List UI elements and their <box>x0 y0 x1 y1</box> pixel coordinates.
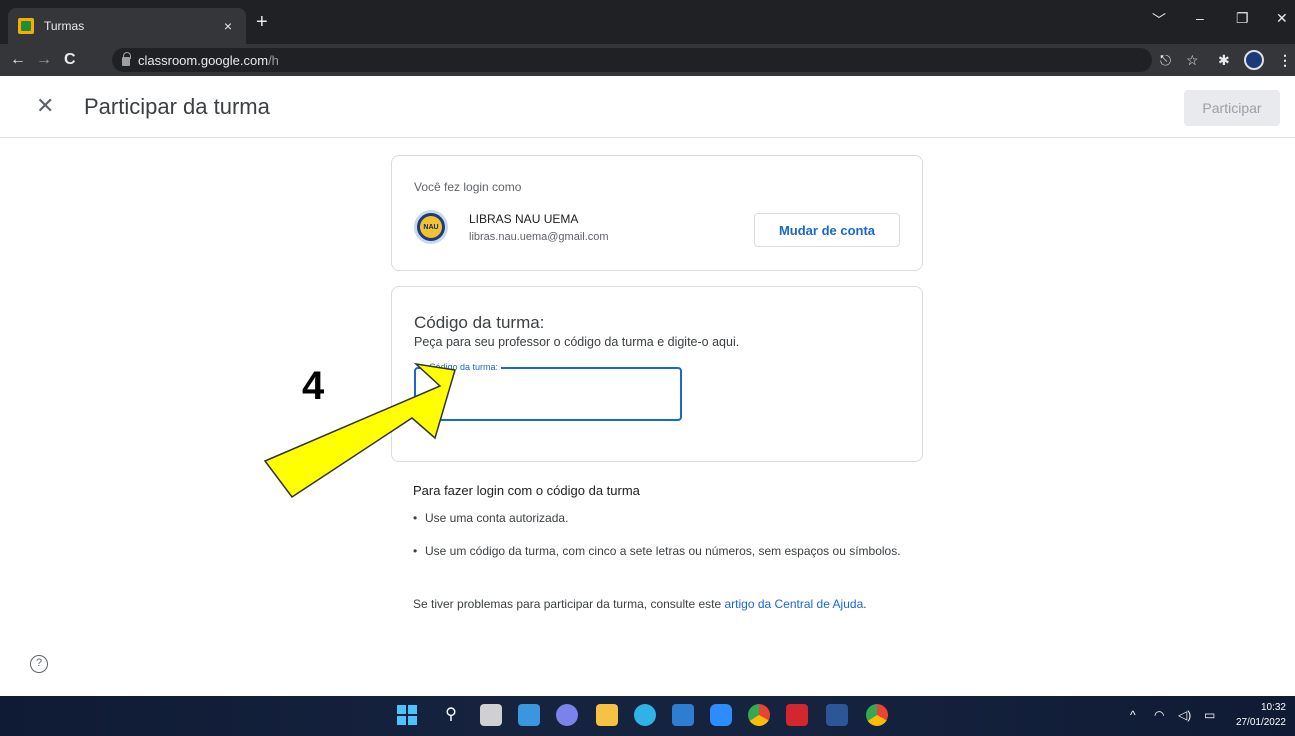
tab-close-icon[interactable]: × <box>220 18 236 34</box>
help-title: Para fazer login com o código da turma <box>413 483 640 498</box>
account-email: libras.nau.uema@gmail.com <box>469 231 609 243</box>
help-icon[interactable]: ? <box>30 655 48 673</box>
url-host: classroom.google.com <box>138 52 269 68</box>
star-icon[interactable]: ☆ <box>1186 51 1199 69</box>
acrobat-icon[interactable] <box>786 704 808 726</box>
wifi-icon[interactable]: ◠ <box>1154 708 1164 722</box>
zoom-icon[interactable] <box>710 704 732 726</box>
browser-tab[interactable]: Turmas × <box>8 8 246 44</box>
logged-in-as-label: Você fez login como <box>414 180 522 194</box>
window-close-icon[interactable]: ✕ <box>1276 10 1288 27</box>
search-icon[interactable]: ⚲ <box>440 704 462 726</box>
lock-icon[interactable] <box>122 52 131 66</box>
profile-icon[interactable] <box>1244 50 1264 70</box>
app-header: ✕ Participar da turma Participar <box>0 76 1295 138</box>
back-icon[interactable]: ← <box>10 50 26 70</box>
reload-icon[interactable]: C <box>64 50 76 70</box>
edge-icon[interactable] <box>634 704 656 726</box>
class-code-input[interactable] <box>414 367 682 421</box>
avatar: NAU <box>414 210 448 244</box>
new-tab-button[interactable]: + <box>256 12 268 32</box>
restore-icon[interactable]: ❐ <box>1236 10 1249 27</box>
chrome-icon[interactable] <box>748 704 770 726</box>
share-icon[interactable]: ⎋ <box>1160 51 1171 69</box>
forward-icon[interactable]: → <box>36 50 52 70</box>
help-item: • Use um código da turma, com cinco a set… <box>413 541 913 561</box>
clock-date: 27/01/2022 <box>1235 717 1286 728</box>
teams-chat-icon[interactable] <box>556 704 578 726</box>
classroom-favicon-icon <box>18 18 34 34</box>
join-button[interactable]: Participar <box>1184 90 1280 126</box>
tray-overflow-icon[interactable]: ^ <box>1130 708 1136 722</box>
class-code-card: Código da turma: Peça para seu professor… <box>391 286 923 462</box>
switch-account-button[interactable]: Mudar de conta <box>754 213 900 247</box>
store-icon[interactable] <box>672 704 694 726</box>
url-path: /h <box>268 52 279 68</box>
browser-toolbar: ← → C classroom.google.com /h ⎋ ☆ ✱ ⋮ <box>0 44 1295 76</box>
account-name: LIBRAS NAU UEMA <box>469 212 579 226</box>
tab-title: Turmas <box>44 19 85 33</box>
file-explorer-icon[interactable] <box>596 704 618 726</box>
class-code-heading: Código da turma: <box>414 313 545 332</box>
help-footer: Se tiver problemas para participar da tu… <box>413 594 913 614</box>
help-footer-text: Se tiver problemas para participar da tu… <box>413 597 725 611</box>
page-title: Participar da turma <box>84 94 270 119</box>
clock-time: 10:32 <box>1260 702 1286 713</box>
extensions-icon[interactable]: ✱ <box>1218 51 1230 69</box>
help-item: • Use uma conta autorizada. <box>413 508 913 528</box>
menu-icon[interactable]: ⋮ <box>1278 51 1292 69</box>
taskbar-clock[interactable]: 10:32 27/01/2022 <box>1234 700 1286 730</box>
class-code-field-label: Código da turma: <box>426 362 502 372</box>
help-item-text: Use um código da turma, com cinco a sete… <box>425 544 901 558</box>
help-footer-suffix: . <box>863 597 867 611</box>
help-item-text: Use uma conta autorizada. <box>425 511 569 525</box>
task-view-icon[interactable] <box>480 704 502 726</box>
word-icon[interactable] <box>826 704 848 726</box>
close-icon[interactable]: ✕ <box>36 94 54 118</box>
tab-search-icon[interactable]: ﹀ <box>1152 10 1166 30</box>
help-center-link[interactable]: artigo da Central de Ajuda <box>724 597 863 611</box>
browser-tab-bar: Turmas × + ﹀ – ❐ ✕ <box>0 0 1295 44</box>
taskbar: ⚲ ^ ◠ ◁) ▭ 10:32 27/01/2022 <box>0 696 1295 736</box>
avatar-logo: NAU <box>420 216 442 238</box>
step-number-annotation: 4 <box>302 364 325 408</box>
address-bar[interactable]: classroom.google.com /h <box>112 48 1152 72</box>
account-card: Você fez login como NAU LIBRAS NAU UEMA … <box>391 155 923 271</box>
battery-icon[interactable]: ▭ <box>1204 708 1215 722</box>
widgets-icon[interactable] <box>518 704 540 726</box>
bullet: • <box>413 511 418 525</box>
class-code-description: Peça para seu professor o código da turm… <box>414 335 740 349</box>
windows-start-icon[interactable] <box>396 704 418 726</box>
minimize-icon[interactable]: – <box>1196 10 1204 26</box>
volume-icon[interactable]: ◁) <box>1178 708 1191 722</box>
chrome-profile-icon[interactable] <box>866 704 888 726</box>
bullet: • <box>413 544 418 558</box>
